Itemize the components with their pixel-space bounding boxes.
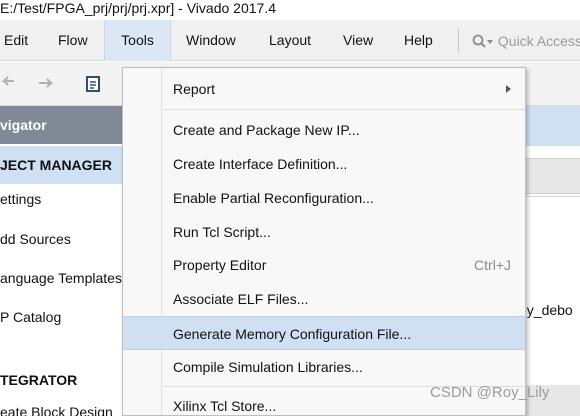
- menu-item-create-package-ip[interactable]: Create and Package New IP...: [123, 113, 525, 147]
- ip-integrator-section[interactable]: TEGRATOR: [0, 361, 122, 399]
- right-panel-divider: [524, 196, 580, 197]
- menu-item-report[interactable]: Report: [123, 72, 525, 106]
- nav-item-add-sources[interactable]: dd Sources: [0, 231, 122, 247]
- menu-item-label: Enable Partial Reconfiguration...: [173, 190, 374, 206]
- menu-separator: [163, 109, 525, 110]
- right-panel-tabbar: [519, 158, 580, 194]
- menubar-separator: [458, 28, 459, 53]
- watermark: CSDN @Roy_Lily: [430, 384, 550, 401]
- menu-item-compile-simulation-libraries[interactable]: Compile Simulation Libraries...: [123, 350, 525, 384]
- menu-item-label: Report: [173, 81, 216, 97]
- menu-item-label: Create and Package New IP...: [173, 122, 360, 138]
- menu-item-label: Run Tcl Script...: [173, 224, 271, 240]
- menu-window[interactable]: Window: [186, 20, 236, 61]
- menu-help[interactable]: Help: [404, 20, 433, 61]
- window-title: E:/Test/FPGA_prj/prj/prj.xpr] - Vivado 2…: [0, 0, 580, 20]
- menu-item-label: Create Interface Definition...: [173, 156, 348, 172]
- submenu-arrow-icon: [506, 85, 511, 93]
- back-arrow-icon[interactable]: [0, 74, 16, 94]
- nav-item-settings[interactable]: ettings: [0, 191, 122, 207]
- menu-bar: Edit Flow Tools Window Layout View Help …: [0, 20, 580, 61]
- menu-item-label: Generate Memory Configuration File...: [173, 326, 412, 342]
- right-panel-text[interactable]: ey_debo: [519, 302, 580, 318]
- menu-item-label: Compile Simulation Libraries...: [173, 359, 363, 375]
- project-manager-section[interactable]: JECT MANAGER: [0, 146, 122, 184]
- quick-access-placeholder: Quick Access: [497, 33, 580, 49]
- menu-item-label: Property Editor: [173, 257, 267, 273]
- document-icon[interactable]: [84, 74, 102, 94]
- flow-navigator: vigator JECT MANAGER ettings dd Sources …: [0, 106, 122, 416]
- search-icon: [472, 34, 493, 49]
- menu-edit[interactable]: Edit: [4, 20, 28, 61]
- quick-access-search[interactable]: Quick Access: [472, 29, 580, 53]
- menu-tools[interactable]: Tools: [104, 20, 171, 61]
- menu-layout[interactable]: Layout: [269, 20, 311, 61]
- menu-item-label: Xilinx Tcl Store...: [173, 398, 277, 414]
- nav-item-language-templates[interactable]: anguage Templates: [0, 270, 122, 286]
- menu-item-shortcut: Ctrl+J: [474, 257, 511, 273]
- menu-item-run-tcl-script[interactable]: Run Tcl Script...: [123, 215, 525, 249]
- menu-item-generate-memory-configuration-file[interactable]: Generate Memory Configuration File...: [123, 316, 525, 350]
- menu-item-enable-partial-reconfiguration[interactable]: Enable Partial Reconfiguration...: [123, 181, 525, 215]
- menu-item-label: Associate ELF Files...: [173, 291, 309, 307]
- menu-item-associate-elf-files[interactable]: Associate ELF Files...: [123, 282, 525, 316]
- nav-item-create-block-design[interactable]: eate Block Design: [0, 404, 122, 416]
- tools-dropdown-menu: Report Create and Package New IP... Crea…: [122, 67, 526, 416]
- right-panel-header: [519, 106, 580, 146]
- forward-arrow-icon[interactable]: [36, 74, 56, 94]
- menu-flow[interactable]: Flow: [58, 20, 88, 61]
- nav-item-ip-catalog[interactable]: P Catalog: [0, 309, 122, 325]
- menu-view[interactable]: View: [343, 20, 373, 61]
- menu-item-property-editor[interactable]: Property Editor Ctrl+J: [123, 248, 525, 282]
- menu-item-create-interface-definition[interactable]: Create Interface Definition...: [123, 147, 525, 181]
- navigator-header: vigator: [0, 106, 122, 144]
